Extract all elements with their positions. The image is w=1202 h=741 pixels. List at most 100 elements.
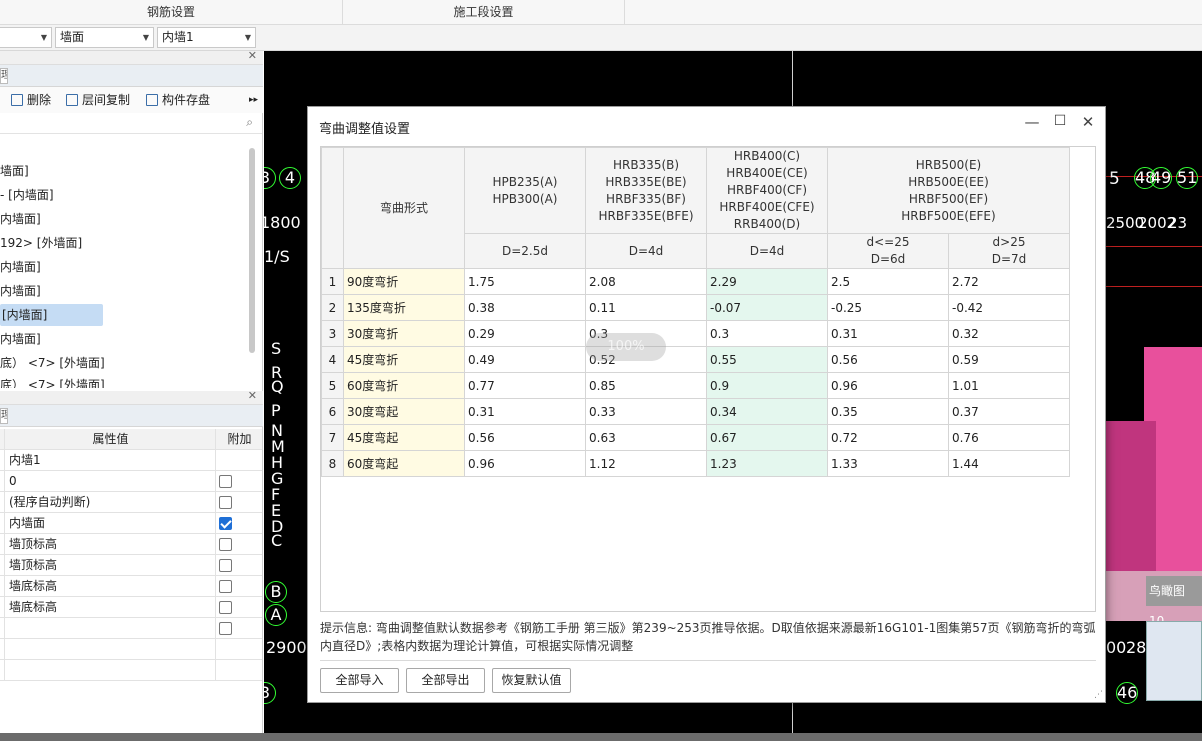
value-cell[interactable]: 0.29 xyxy=(464,320,586,347)
subtab-tab[interactable]: 理 xyxy=(0,68,8,84)
value-cell[interactable]: 2.72 xyxy=(948,268,1070,295)
property-value[interactable]: 墙底标高 xyxy=(6,597,216,618)
value-cell[interactable]: 1.23 xyxy=(706,450,828,477)
bend-form-cell[interactable]: 45度弯起 xyxy=(343,424,465,451)
tree-item[interactable]: 内墙面] xyxy=(0,328,41,350)
value-cell[interactable]: 0.59 xyxy=(948,346,1070,373)
export-all-button[interactable]: 全部导出 xyxy=(406,668,485,693)
property-value[interactable]: 墙底标高 xyxy=(6,576,216,597)
overview-thumbnail[interactable] xyxy=(1146,621,1202,701)
value-cell[interactable]: 0.33 xyxy=(585,398,707,425)
bend-form-cell[interactable]: 30度弯折 xyxy=(343,320,465,347)
minimize-button[interactable]: — xyxy=(1021,113,1043,131)
tree-item[interactable]: 192> [外墙面] xyxy=(0,232,82,254)
tree-item[interactable]: 内墙面] xyxy=(0,208,41,230)
value-cell[interactable]: 0.76 xyxy=(948,424,1070,451)
value-cell[interactable]: 2.29 xyxy=(706,268,828,295)
close-icon[interactable]: ✕ xyxy=(248,389,257,402)
bend-form-cell[interactable]: 60度弯起 xyxy=(343,450,465,477)
property-value[interactable]: 墙顶标高 xyxy=(6,555,216,576)
value-cell[interactable]: 0.37 xyxy=(948,398,1070,425)
tree-item[interactable]: 内墙面] xyxy=(0,256,41,278)
property-value[interactable]: 0 xyxy=(6,471,216,492)
property-value[interactable]: 墙顶标高 xyxy=(6,534,216,555)
tree-item[interactable]: 墙面] xyxy=(0,160,29,182)
property-extra-checkbox[interactable] xyxy=(219,538,232,551)
tree-item[interactable]: 底） <7> [外墙面] xyxy=(0,374,105,388)
grid-line xyxy=(1106,286,1202,287)
value-cell[interactable]: 0.32 xyxy=(948,320,1070,347)
value-cell[interactable]: 0.3 xyxy=(706,320,828,347)
value-cell[interactable]: 0.49 xyxy=(464,346,586,373)
bend-form-cell[interactable]: 135度弯折 xyxy=(343,294,465,321)
value-cell[interactable]: 0.9 xyxy=(706,372,828,399)
value-cell[interactable]: 0.96 xyxy=(464,450,586,477)
bend-form-cell[interactable]: 60度弯折 xyxy=(343,372,465,399)
close-button[interactable]: ✕ xyxy=(1077,113,1099,131)
value-cell[interactable]: 1.75 xyxy=(464,268,586,295)
bend-form-cell[interactable]: 30度弯起 xyxy=(343,398,465,425)
value-cell[interactable]: 0.56 xyxy=(464,424,586,451)
component-type-combo[interactable]: 墙面 ▼ xyxy=(55,27,154,48)
value-cell[interactable]: 1.44 xyxy=(948,450,1070,477)
value-cell[interactable]: 1.01 xyxy=(948,372,1070,399)
property-extra-checkbox[interactable] xyxy=(219,559,232,572)
floor-combo[interactable]: ▼ xyxy=(0,27,52,48)
delete-button[interactable]: 删除 xyxy=(11,91,51,109)
value-cell[interactable]: 1.12 xyxy=(585,450,707,477)
value-cell[interactable]: -0.25 xyxy=(827,294,949,321)
tab-construction-section-settings[interactable]: 施工段设置 xyxy=(343,0,625,25)
tab-rebar-settings[interactable]: 钢筋设置 xyxy=(0,0,343,25)
value-cell[interactable]: 0.85 xyxy=(585,372,707,399)
property-extra-checkbox[interactable] xyxy=(219,496,232,509)
tree-scrollbar[interactable] xyxy=(249,148,255,353)
bend-form-cell[interactable]: 90度弯折 xyxy=(343,268,465,295)
property-value[interactable] xyxy=(6,639,216,660)
value-cell[interactable]: 0.35 xyxy=(827,398,949,425)
value-cell[interactable]: -0.07 xyxy=(706,294,828,321)
property-value[interactable]: 内墙1 xyxy=(6,450,216,471)
property-value[interactable]: (程序自动判断) xyxy=(6,492,216,513)
value-cell[interactable]: 0.34 xyxy=(706,398,828,425)
value-cell[interactable]: 2.08 xyxy=(585,268,707,295)
tree-item[interactable]: 底） <7> [外墙面] xyxy=(0,352,105,374)
value-cell[interactable]: 0.56 xyxy=(827,346,949,373)
value-cell[interactable]: 0.63 xyxy=(585,424,707,451)
tree-item-selected[interactable]: [内墙面] xyxy=(0,304,103,326)
tree-item[interactable]: 内墙面] xyxy=(0,280,41,302)
search-input[interactable]: ⌕ xyxy=(0,113,262,134)
more-icon[interactable]: ▸▸ xyxy=(249,91,258,109)
resize-grip-icon[interactable]: ⋰ xyxy=(1094,690,1103,700)
component-name-combo[interactable]: 内墙1 ▼ xyxy=(157,27,256,48)
value-cell[interactable]: 0.38 xyxy=(464,294,586,321)
value-cell[interactable]: -0.42 xyxy=(948,294,1070,321)
property-extra-checkbox[interactable] xyxy=(219,622,232,635)
property-extra-checkbox[interactable] xyxy=(219,517,232,530)
value-cell[interactable]: 0.72 xyxy=(827,424,949,451)
property-extra-checkbox[interactable] xyxy=(219,475,232,488)
value-cell[interactable]: 2.5 xyxy=(827,268,949,295)
value-cell[interactable]: 0.55 xyxy=(706,346,828,373)
value-cell[interactable]: 0.11 xyxy=(585,294,707,321)
property-value[interactable] xyxy=(6,660,216,681)
value-cell[interactable]: 0.67 xyxy=(706,424,828,451)
bend-form-cell[interactable]: 45度弯折 xyxy=(343,346,465,373)
import-all-button[interactable]: 全部导入 xyxy=(320,668,399,693)
copy-floor-button[interactable]: 层间复制 xyxy=(66,91,130,109)
tree-item[interactable]: - [内墙面] xyxy=(0,184,54,206)
property-extra-checkbox[interactable] xyxy=(219,601,232,614)
property-value[interactable] xyxy=(6,618,216,639)
property-value[interactable]: 内墙面 xyxy=(6,513,216,534)
value-cell[interactable]: 0.31 xyxy=(464,398,586,425)
restore-default-button[interactable]: 恢复默认值 xyxy=(492,668,571,693)
value-cell[interactable]: 1.33 xyxy=(827,450,949,477)
maximize-button[interactable]: ☐ xyxy=(1049,113,1071,129)
search-icon[interactable]: ⌕ xyxy=(246,115,253,130)
subtab-tab[interactable]: 理 xyxy=(0,408,8,424)
close-icon[interactable]: ✕ xyxy=(248,49,257,62)
property-extra-checkbox[interactable] xyxy=(219,580,232,593)
value-cell[interactable]: 0.31 xyxy=(827,320,949,347)
value-cell[interactable]: 0.96 xyxy=(827,372,949,399)
save-component-button[interactable]: 构件存盘 xyxy=(146,91,210,109)
value-cell[interactable]: 0.77 xyxy=(464,372,586,399)
